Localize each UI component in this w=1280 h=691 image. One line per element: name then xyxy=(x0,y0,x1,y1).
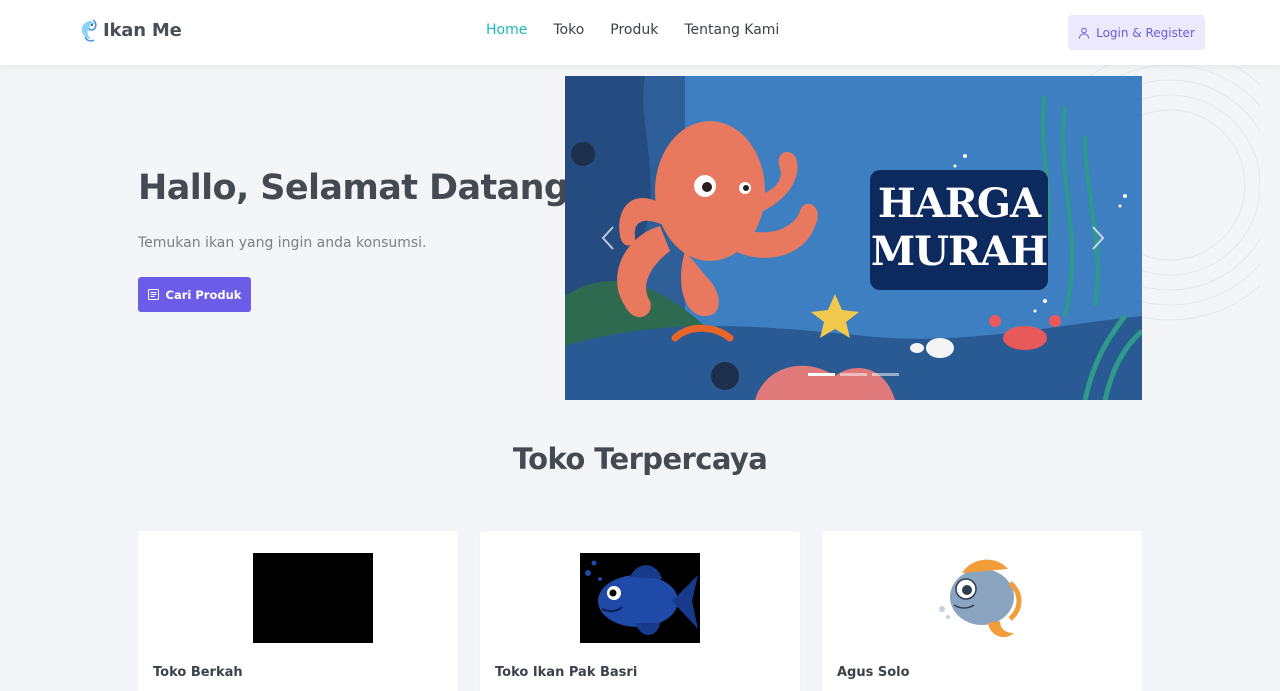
nav-home[interactable]: Home xyxy=(486,22,527,38)
store-card[interactable]: Toko Berkah xyxy=(138,531,458,691)
navbar: Ikan Me Home Toko Produk Tentang Kami Lo… xyxy=(0,0,1280,65)
carousel-indicators xyxy=(808,373,899,376)
price-badge: HARGA MURAH xyxy=(870,170,1048,290)
store-image xyxy=(580,553,700,643)
store-name: Toko Ikan Pak Basri xyxy=(495,665,638,680)
search-products-label: Cari Produk xyxy=(165,287,242,302)
main-nav: Home Toko Produk Tentang Kami xyxy=(486,22,779,38)
price-badge-line2: MURAH xyxy=(870,228,1048,275)
store-card[interactable]: Agus Solo xyxy=(822,531,1142,691)
carousel-dot-1[interactable] xyxy=(808,373,835,376)
carousel-dot-2[interactable] xyxy=(840,373,867,376)
search-products-button[interactable]: Cari Produk xyxy=(138,277,251,312)
hero-title: Hallo, Selamat Datang xyxy=(138,168,569,208)
underwater-scene-image xyxy=(565,76,1142,400)
section-title: Toko Terpercaya xyxy=(512,442,768,476)
carousel-prev-button[interactable] xyxy=(593,221,623,255)
user-icon xyxy=(1079,27,1090,39)
chevron-left-icon xyxy=(601,226,614,250)
chevron-right-icon xyxy=(1092,226,1105,250)
carousel-dot-3[interactable] xyxy=(872,373,899,376)
login-register-label: Login & Register xyxy=(1096,25,1195,40)
store-name: Toko Berkah xyxy=(153,665,243,680)
hero-carousel[interactable]: HARGA MURAH xyxy=(565,76,1142,400)
brand[interactable]: Ikan Me xyxy=(79,17,182,43)
store-name: Agus Solo xyxy=(837,665,910,680)
price-badge-line1: HARGA xyxy=(877,180,1041,227)
fish-logo-icon xyxy=(81,19,97,42)
nav-toko[interactable]: Toko xyxy=(553,22,584,38)
store-image xyxy=(253,553,373,643)
hero-subtitle: Temukan ikan yang ingin anda konsumsi. xyxy=(138,235,427,251)
brand-name: Ikan Me xyxy=(103,19,182,41)
store-image xyxy=(922,553,1042,643)
carousel-next-button[interactable] xyxy=(1083,221,1113,255)
login-register-button[interactable]: Login & Register xyxy=(1068,15,1205,50)
nav-produk[interactable]: Produk xyxy=(610,22,658,38)
nav-tentang-kami[interactable]: Tentang Kami xyxy=(684,22,779,38)
list-icon xyxy=(147,289,159,300)
store-card[interactable]: Toko Ikan Pak Basri xyxy=(480,531,800,691)
